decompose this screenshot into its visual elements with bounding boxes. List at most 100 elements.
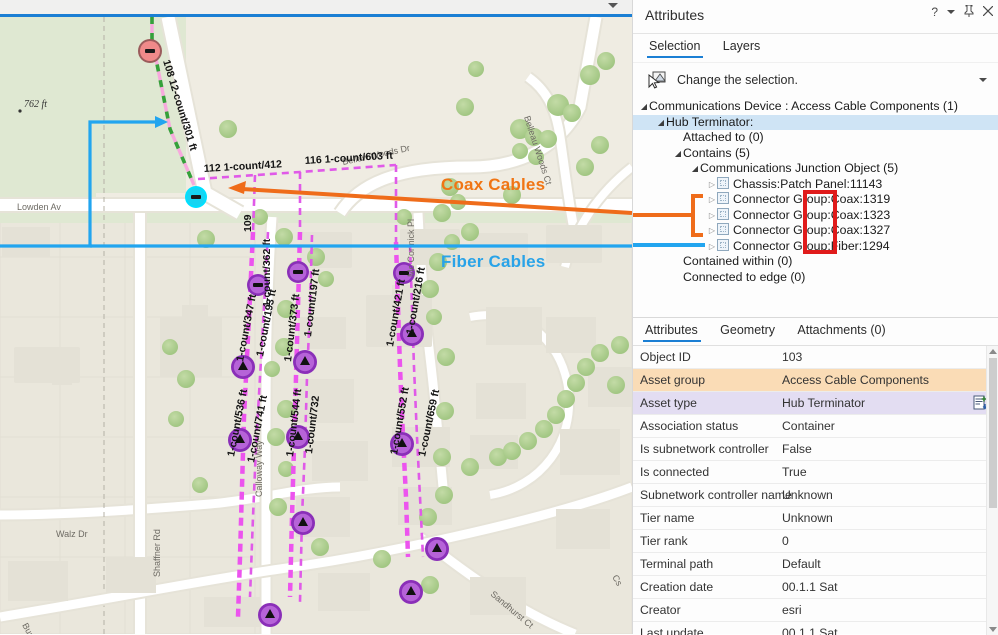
attribute-value[interactable]: Container	[782, 419, 835, 433]
tree-item-checkbox[interactable]	[717, 176, 729, 189]
tree-item-label: Chassis:Patch Panel:11143	[733, 176, 883, 191]
pin-icon[interactable]	[964, 4, 974, 19]
attribute-value[interactable]: Unknown	[782, 511, 833, 525]
collapse-arrow-icon[interactable]: ▷	[707, 192, 717, 208]
tree-item-label: Contained within (0)	[683, 254, 793, 268]
attribute-value[interactable]: False	[782, 442, 812, 456]
attribute-row[interactable]: Subnetwork controller name Unknown	[633, 484, 998, 507]
tab-attributes[interactable]: Attributes	[641, 318, 703, 342]
tree-item[interactable]: ▷ Chassis:Patch Panel:11143	[633, 176, 998, 193]
expand-arrow-icon[interactable]: ◢	[656, 115, 666, 131]
tree-item[interactable]: Attached to (0)	[633, 130, 998, 146]
attribute-row[interactable]: Is connected True	[633, 461, 998, 484]
tab-layers[interactable]: Layers	[719, 34, 766, 58]
attribute-value[interactable]: True	[782, 465, 807, 479]
panel-top-tabs[interactable]: Selection Layers	[633, 34, 998, 62]
attribute-name: Subnetwork controller name	[640, 488, 792, 502]
tree-item[interactable]: ▷ Connector Group:Fiber:1294	[633, 238, 998, 255]
attribute-row[interactable]: Terminal path Default	[633, 553, 998, 576]
svg-text:Shaffner Rd: Shaffner Rd	[152, 529, 162, 577]
tree-item[interactable]: ◢ Contains (5)	[633, 146, 998, 162]
panel-header: Attributes ?	[633, 0, 998, 34]
tree-item[interactable]: ▷ Connector Group:Coax:1323	[633, 207, 998, 224]
scroll-thumb[interactable]	[989, 358, 997, 508]
tab-selection[interactable]: Selection	[645, 34, 705, 58]
svg-text:109: 109	[242, 214, 254, 232]
attribute-value[interactable]: Unknown	[782, 488, 833, 502]
attribute-name: Tier rank	[640, 534, 688, 548]
tree-item-label: Connector Group:Coax:1319	[733, 192, 891, 206]
scroll-down-arrow-icon[interactable]	[989, 627, 997, 632]
attribute-row[interactable]: Tier name Unknown	[633, 507, 998, 530]
change-selection-label: Change the selection.	[677, 73, 798, 87]
scroll-up-arrow-icon[interactable]	[989, 349, 997, 354]
attribute-value[interactable]: 0	[782, 534, 789, 548]
tree-item[interactable]: ◢ Communications Junction Object (5)	[633, 161, 998, 177]
panel-bottom-tabs[interactable]: Attributes Geometry Attachments (0)	[633, 318, 998, 344]
collapse-arrow-icon[interactable]: ▷	[707, 239, 717, 255]
attribute-name: Tier name	[640, 511, 695, 525]
tree-item-checkbox[interactable]	[717, 192, 729, 204]
tree-item-label: Hub Terminator:	[666, 114, 754, 129]
attribute-row[interactable]: Creator esri	[633, 599, 998, 622]
tree-item[interactable]: ◢ Communications Device : Access Cable Co…	[633, 99, 998, 115]
change-selection-row[interactable]: Change the selection.	[633, 62, 998, 97]
expand-arrow-icon[interactable]: ◢	[639, 99, 649, 115]
attribute-row[interactable]: Asset group Access Cable Components	[633, 369, 998, 392]
tree-item-checkbox[interactable]	[717, 238, 729, 251]
expand-arrow-icon[interactable]: ◢	[690, 161, 700, 177]
attribute-row[interactable]: Association status Container	[633, 415, 998, 438]
attribute-row[interactable]: Object ID 103	[633, 346, 998, 369]
attribute-value[interactable]: Hub Terminator	[782, 396, 865, 410]
attribute-row[interactable]: Asset type Hub Terminator	[633, 392, 998, 415]
attribute-name: Creator	[640, 603, 681, 617]
map-pane[interactable]: .bg{fill:#efece2;} .park{fill:#dfe8d2;} …	[0, 0, 632, 634]
tree-item-label: Communications Junction Object (5)	[700, 161, 899, 175]
tree-item-label: Connector Group:Fiber:1294	[733, 238, 890, 253]
tree-item[interactable]: Contained within (0)	[633, 254, 998, 270]
tree-item[interactable]: Connected to edge (0)	[633, 270, 998, 286]
attribute-row[interactable]: Creation date 00.1.1 Sat	[633, 576, 998, 599]
attributes-table[interactable]: Object ID 103 Asset group Access Cable Comp…	[633, 345, 998, 635]
selection-chevron-down-icon[interactable]	[979, 78, 987, 82]
tree-item-checkbox[interactable]	[717, 223, 729, 235]
collapse-arrow-icon[interactable]: ▷	[707, 177, 717, 193]
attribute-value[interactable]: Access Cable Components	[782, 373, 929, 387]
tree-item-label: Connected to edge (0)	[683, 269, 806, 284]
close-icon[interactable]	[982, 5, 994, 18]
tree-item[interactable]: ▷ Connector Group:Coax:1327	[633, 223, 998, 239]
tree-item-checkbox[interactable]	[717, 207, 729, 220]
tab-attachments[interactable]: Attachments (0)	[793, 318, 890, 342]
attribute-name: Association status	[640, 419, 739, 433]
tree-item-label: Contains (5)	[683, 145, 750, 160]
panel-window-controls[interactable]: ?	[931, 4, 994, 19]
tree-item-label: Attached to (0)	[683, 130, 764, 144]
attribute-name: Creation date	[640, 580, 714, 594]
attribute-row[interactable]: Is subnetwork controller False	[633, 438, 998, 461]
attribute-value[interactable]: Default	[782, 557, 821, 571]
selection-tree[interactable]: ◢ Communications Device : Access Cable Co…	[633, 97, 998, 305]
attributes-scrollbar[interactable]	[986, 346, 998, 635]
attribute-value[interactable]: 00.1.1 Sat	[782, 580, 838, 594]
expand-arrow-icon[interactable]: ◢	[673, 146, 683, 162]
chevron-down-icon[interactable]	[947, 10, 955, 14]
attribute-value[interactable]: 103	[782, 350, 802, 364]
attribute-row[interactable]: Tier rank 0	[633, 530, 998, 553]
map-canvas[interactable]: .bg{fill:#efece2;} .park{fill:#dfe8d2;} …	[0, 17, 632, 634]
select-pointer-icon	[646, 69, 668, 91]
tree-item[interactable]: ◢ Hub Terminator:	[633, 114, 998, 131]
attribute-name: Is connected	[640, 465, 710, 479]
attribute-row[interactable]: Last update 00.1.1 Sat	[633, 622, 998, 635]
collapse-arrow-icon[interactable]: ▷	[707, 208, 717, 224]
help-icon[interactable]: ?	[931, 6, 938, 18]
map-options-chevron-icon[interactable]	[608, 3, 618, 8]
svg-text:762 ft: 762 ft	[24, 99, 47, 110]
tree-item[interactable]: ▷ Connector Group:Coax:1319	[633, 192, 998, 208]
fiber-cables-label: Fiber Cables	[441, 252, 546, 271]
tab-geometry[interactable]: Geometry	[716, 318, 780, 342]
attribute-value[interactable]: esri	[782, 603, 802, 617]
collapse-arrow-icon[interactable]: ▷	[707, 223, 717, 239]
attributes-panel: Attributes ? Selection Layers Change the…	[632, 0, 998, 635]
tree-item-label: Connector Group:Coax:1327	[733, 223, 891, 237]
map-active-border	[0, 14, 632, 17]
